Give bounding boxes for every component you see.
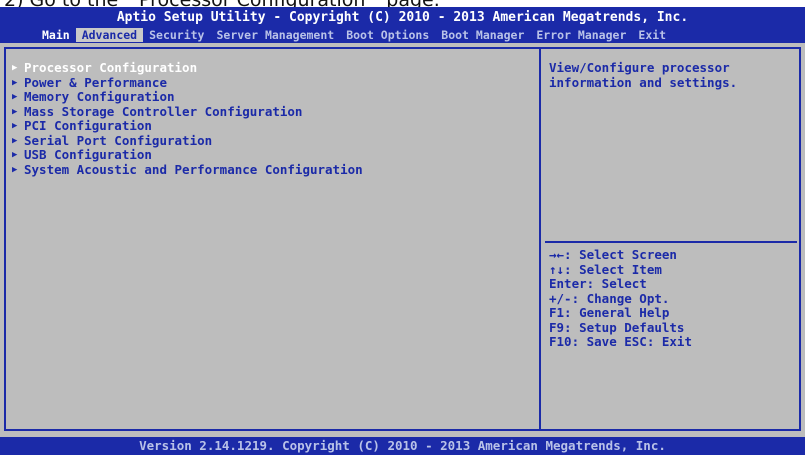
submenu-arrow-icon: ▶ (12, 150, 18, 160)
help-divider (545, 241, 797, 243)
key-legend: →←: Select Screen ↑↓: Select Item Enter:… (549, 247, 692, 350)
tab-server-management[interactable]: Server Management (210, 28, 340, 42)
bios-header: Aptio Setup Utility - Copyright (C) 2010… (0, 7, 805, 43)
submenu-arrow-icon: ▶ (12, 121, 18, 131)
menu-item-label: Processor Configuration (24, 60, 198, 75)
tab-boot-options[interactable]: Boot Options (340, 28, 435, 42)
menu-item-label: USB Configuration (24, 147, 152, 162)
key-save-exit: F10: Save ESC: Exit (549, 334, 692, 349)
submenu-arrow-icon: ▶ (12, 135, 18, 146)
menu-panel: ▶ Processor Configuration ▶ Power & Perf… (4, 47, 541, 431)
submenu-arrow-icon: ▶ (12, 106, 18, 117)
menu-item-processor-configuration[interactable]: ▶ Processor Configuration (12, 60, 363, 76)
key-select-item: ↑↓: Select Item (549, 261, 662, 277)
help-panel: View/Configure processor information and… (539, 47, 801, 431)
submenu-arrow-icon: ▶ (12, 77, 18, 88)
submenu-arrow-icon: ▶ (12, 164, 18, 175)
menu-item-memory-configuration[interactable]: ▶ Memory Configuration (12, 89, 363, 105)
help-description: View/Configure processor information and… (549, 60, 738, 90)
menu-item-pci-configuration[interactable]: ▶ PCI Configuration (12, 118, 363, 134)
key-enter-select: Enter: Select (549, 276, 647, 291)
key-setup-defaults: F9: Setup Defaults (549, 319, 685, 335)
menu-item-power-performance[interactable]: ▶ Power & Performance (12, 74, 363, 91)
menu-item-label: System Acoustic and Performance Configur… (24, 161, 363, 177)
menu-item-serial-port[interactable]: ▶ Serial Port Configuration (12, 132, 363, 149)
tab-advanced[interactable]: Advanced (75, 28, 144, 42)
advanced-menu: ▶ Processor Configuration ▶ Power & Perf… (12, 60, 363, 178)
menu-item-usb-configuration[interactable]: ▶ USB Configuration (12, 147, 363, 163)
tab-exit[interactable]: Exit (632, 28, 672, 42)
key-select-screen: →←: Select Screen (549, 247, 677, 262)
submenu-arrow-icon: ▶ (12, 92, 18, 102)
menu-item-mass-storage[interactable]: ▶ Mass Storage Controller Configuration (12, 103, 363, 120)
tab-boot-manager[interactable]: Boot Manager (435, 28, 530, 42)
submenu-arrow-icon: ▶ (12, 63, 18, 73)
menu-item-label: Power & Performance (24, 74, 167, 90)
tab-main[interactable]: Main (36, 28, 76, 42)
menu-item-label: Serial Port Configuration (24, 132, 213, 148)
bios-title: Aptio Setup Utility - Copyright (C) 2010… (116, 10, 689, 25)
version-footer: Version 2.14.1219. Copyright (C) 2010 - … (0, 437, 805, 455)
tab-security[interactable]: Security (143, 28, 210, 42)
key-change-option: +/-: Change Opt. (549, 290, 670, 306)
menu-item-system-acoustic[interactable]: ▶ System Acoustic and Performance Config… (12, 161, 363, 178)
bios-body: ▶ Processor Configuration ▶ Power & Perf… (0, 43, 805, 437)
menu-item-label: PCI Configuration (24, 118, 152, 133)
tab-bar: Main Advanced Security Server Management… (36, 28, 672, 42)
menu-item-label: Mass Storage Controller Configuration (24, 103, 303, 119)
menu-item-label: Memory Configuration (24, 89, 175, 104)
tab-error-manager[interactable]: Error Manager (530, 28, 632, 42)
key-general-help: F1: General Help (549, 305, 670, 320)
